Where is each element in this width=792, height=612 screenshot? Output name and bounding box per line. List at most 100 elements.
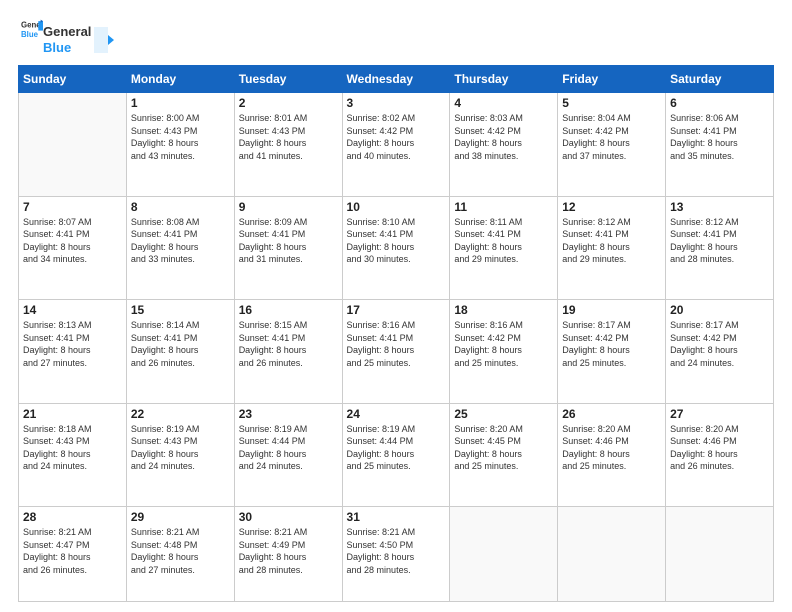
day-number: 13 — [670, 200, 769, 214]
day-number: 30 — [239, 510, 338, 524]
calendar-cell: 4Sunrise: 8:03 AMSunset: 4:42 PMDaylight… — [450, 93, 558, 196]
day-number: 17 — [347, 303, 446, 317]
cell-info: and 25 minutes. — [454, 460, 553, 473]
calendar-cell: 3Sunrise: 8:02 AMSunset: 4:42 PMDaylight… — [342, 93, 450, 196]
cell-info: Daylight: 8 hours — [239, 344, 338, 357]
calendar-header-friday: Friday — [558, 66, 666, 93]
cell-info: and 27 minutes. — [131, 564, 230, 577]
cell-info: and 24 minutes. — [131, 460, 230, 473]
calendar-cell: 7Sunrise: 8:07 AMSunset: 4:41 PMDaylight… — [19, 196, 127, 299]
calendar-cell: 20Sunrise: 8:17 AMSunset: 4:42 PMDayligh… — [666, 300, 774, 403]
cell-info: and 31 minutes. — [239, 253, 338, 266]
calendar-cell: 6Sunrise: 8:06 AMSunset: 4:41 PMDaylight… — [666, 93, 774, 196]
cell-info: Daylight: 8 hours — [347, 241, 446, 254]
cell-info: and 26 minutes. — [23, 564, 122, 577]
logo-arrow-icon — [94, 27, 114, 53]
cell-info: and 43 minutes. — [131, 150, 230, 163]
cell-info: Daylight: 8 hours — [454, 448, 553, 461]
day-number: 24 — [347, 407, 446, 421]
calendar-cell: 31Sunrise: 8:21 AMSunset: 4:50 PMDayligh… — [342, 507, 450, 602]
cell-info: Sunrise: 8:13 AM — [23, 319, 122, 332]
day-number: 1 — [131, 96, 230, 110]
cell-info: and 24 minutes. — [23, 460, 122, 473]
day-number: 23 — [239, 407, 338, 421]
cell-info: and 28 minutes. — [239, 564, 338, 577]
cell-info: Sunrise: 8:21 AM — [347, 526, 446, 539]
cell-info: Sunrise: 8:20 AM — [562, 423, 661, 436]
day-number: 7 — [23, 200, 122, 214]
cell-info: Sunrise: 8:00 AM — [131, 112, 230, 125]
cell-info: Daylight: 8 hours — [454, 344, 553, 357]
cell-info: and 30 minutes. — [347, 253, 446, 266]
general-text: General — [43, 24, 91, 40]
cell-info: Sunset: 4:43 PM — [23, 435, 122, 448]
cell-info: Sunrise: 8:03 AM — [454, 112, 553, 125]
cell-info: Sunset: 4:42 PM — [454, 125, 553, 138]
calendar-cell: 21Sunrise: 8:18 AMSunset: 4:43 PMDayligh… — [19, 403, 127, 506]
calendar-cell: 24Sunrise: 8:19 AMSunset: 4:44 PMDayligh… — [342, 403, 450, 506]
calendar-cell: 16Sunrise: 8:15 AMSunset: 4:41 PMDayligh… — [234, 300, 342, 403]
cell-info: Sunrise: 8:19 AM — [131, 423, 230, 436]
calendar-header-wednesday: Wednesday — [342, 66, 450, 93]
cell-info: Daylight: 8 hours — [23, 448, 122, 461]
cell-info: and 26 minutes. — [131, 357, 230, 370]
day-number: 9 — [239, 200, 338, 214]
day-number: 8 — [131, 200, 230, 214]
cell-info: Sunset: 4:47 PM — [23, 539, 122, 552]
header: General Blue General Blue — [18, 18, 774, 55]
cell-info: Daylight: 8 hours — [562, 344, 661, 357]
calendar-week-1: 1Sunrise: 8:00 AMSunset: 4:43 PMDaylight… — [19, 93, 774, 196]
calendar-cell: 12Sunrise: 8:12 AMSunset: 4:41 PMDayligh… — [558, 196, 666, 299]
cell-info: Sunset: 4:46 PM — [670, 435, 769, 448]
cell-info: Sunrise: 8:02 AM — [347, 112, 446, 125]
day-number: 28 — [23, 510, 122, 524]
cell-info: Sunset: 4:42 PM — [562, 125, 661, 138]
cell-info: Sunset: 4:41 PM — [454, 228, 553, 241]
calendar-header-tuesday: Tuesday — [234, 66, 342, 93]
cell-info: Sunset: 4:43 PM — [131, 125, 230, 138]
cell-info: and 37 minutes. — [562, 150, 661, 163]
cell-info: Sunset: 4:46 PM — [562, 435, 661, 448]
calendar-cell: 28Sunrise: 8:21 AMSunset: 4:47 PMDayligh… — [19, 507, 127, 602]
cell-info: and 26 minutes. — [670, 460, 769, 473]
day-number: 29 — [131, 510, 230, 524]
cell-info: Sunrise: 8:19 AM — [347, 423, 446, 436]
calendar-cell — [450, 507, 558, 602]
cell-info: Sunset: 4:44 PM — [239, 435, 338, 448]
cell-info: and 29 minutes. — [454, 253, 553, 266]
cell-info: Sunrise: 8:08 AM — [131, 216, 230, 229]
day-number: 5 — [562, 96, 661, 110]
cell-info: Sunset: 4:43 PM — [239, 125, 338, 138]
cell-info: and 41 minutes. — [239, 150, 338, 163]
cell-info: Sunset: 4:42 PM — [454, 332, 553, 345]
cell-info: Sunrise: 8:16 AM — [454, 319, 553, 332]
cell-info: and 24 minutes. — [239, 460, 338, 473]
day-number: 14 — [23, 303, 122, 317]
cell-info: and 33 minutes. — [131, 253, 230, 266]
day-number: 18 — [454, 303, 553, 317]
cell-info: Daylight: 8 hours — [239, 551, 338, 564]
calendar-header-saturday: Saturday — [666, 66, 774, 93]
cell-info: Daylight: 8 hours — [347, 344, 446, 357]
cell-info: Daylight: 8 hours — [23, 344, 122, 357]
day-number: 4 — [454, 96, 553, 110]
logo: General Blue — [18, 18, 43, 45]
cell-info: Daylight: 8 hours — [347, 137, 446, 150]
calendar-cell: 22Sunrise: 8:19 AMSunset: 4:43 PMDayligh… — [126, 403, 234, 506]
calendar-cell — [666, 507, 774, 602]
day-number: 20 — [670, 303, 769, 317]
cell-info: and 38 minutes. — [454, 150, 553, 163]
cell-info: and 28 minutes. — [347, 564, 446, 577]
day-number: 6 — [670, 96, 769, 110]
cell-info: Sunset: 4:44 PM — [347, 435, 446, 448]
day-number: 25 — [454, 407, 553, 421]
day-number: 21 — [23, 407, 122, 421]
day-number: 19 — [562, 303, 661, 317]
cell-info: and 40 minutes. — [347, 150, 446, 163]
calendar-header-monday: Monday — [126, 66, 234, 93]
cell-info: Sunset: 4:48 PM — [131, 539, 230, 552]
calendar-cell: 23Sunrise: 8:19 AMSunset: 4:44 PMDayligh… — [234, 403, 342, 506]
calendar-week-5: 28 Sunrise: 8:21 AM Sunset: 4:47 PM Dayligh… — [19, 507, 774, 602]
calendar-cell — [558, 507, 666, 602]
calendar-cell: 29Sunrise: 8:21 AMSunset: 4:48 PMDayligh… — [126, 507, 234, 602]
